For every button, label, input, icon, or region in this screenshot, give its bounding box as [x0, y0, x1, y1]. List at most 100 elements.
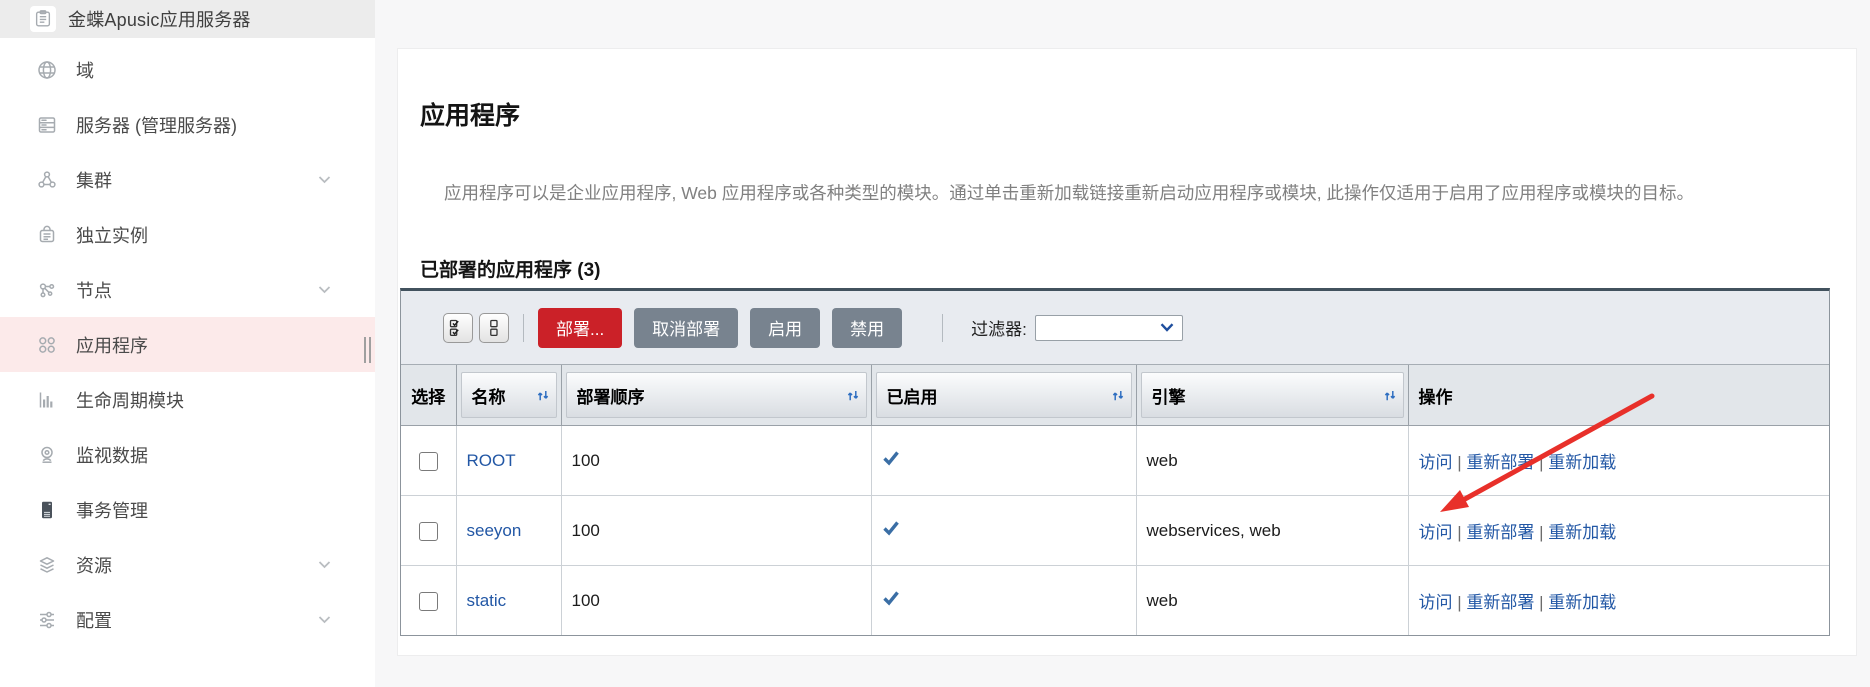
undeploy-button[interactable]: 取消部署: [634, 308, 738, 348]
sidebar-item-transaction-management[interactable]: 事务管理: [0, 482, 375, 537]
table-row: ROOT 100 web 访问 | 重新部署 | 重新加载: [401, 426, 1829, 496]
sidebar-item-label: 域: [76, 57, 94, 83]
sidebar-item-domain[interactable]: 域: [0, 42, 375, 97]
action-link-redeploy[interactable]: 重新部署: [1466, 453, 1534, 472]
action-separator: |: [1534, 593, 1548, 612]
cluster-icon: [34, 167, 60, 193]
applications-table: 选择 名称 部署顺序: [401, 365, 1829, 635]
sortable-header[interactable]: 名称: [461, 372, 557, 418]
deploy-button[interactable]: 部署...: [538, 308, 622, 348]
app-title: 金蝶Apusic应用服务器: [68, 6, 251, 32]
action-link-redeploy[interactable]: 重新部署: [1466, 523, 1534, 542]
sidebar-item-label: 资源: [76, 552, 112, 578]
page-title: 应用程序: [420, 96, 520, 132]
action-link-redeploy[interactable]: 重新部署: [1466, 593, 1534, 612]
table-row: static 100 web 访问 | 重新部署 | 重新加载: [401, 566, 1829, 636]
sidebar-item-applications[interactable]: 应用程序: [0, 317, 375, 372]
content-panel: 应用程序 应用程序可以是企业应用程序, Web 应用程序或各种类型的模块。通过单…: [397, 48, 1857, 656]
app-name-link[interactable]: static: [467, 591, 507, 610]
action-link-reload[interactable]: 重新加载: [1548, 523, 1616, 542]
sidebar-item-standalone-instance[interactable]: 独立实例: [0, 207, 375, 262]
table-row: seeyon 100 webservices, web 访问 | 重新部署 | …: [401, 496, 1829, 566]
column-header-engines: 引擎: [1136, 365, 1408, 426]
sidebar-item-label: 服务器 (管理服务器): [76, 112, 237, 138]
instance-icon: [34, 222, 60, 248]
clipboard-icon: [30, 6, 56, 32]
sidebar-item-label: 监视数据: [76, 442, 148, 468]
row-select-cell: [401, 496, 456, 566]
sidebar-item-node[interactable]: 节点: [0, 262, 375, 317]
sidebar-item-server[interactable]: 服务器 (管理服务器): [0, 97, 375, 152]
sort-icon[interactable]: [1383, 388, 1397, 403]
sortable-header[interactable]: 已启用: [876, 372, 1132, 418]
chevron-down-icon[interactable]: [318, 285, 331, 294]
sortable-header[interactable]: 引擎: [1141, 372, 1404, 418]
enabled-cell: [871, 426, 1136, 496]
sort-icon[interactable]: [536, 388, 550, 403]
sidebar-item-lifecycle-modules[interactable]: 生命周期模块: [0, 372, 375, 427]
sidebar: 金蝶Apusic应用服务器 域 服务器 (管理服务器) 集群: [0, 0, 375, 687]
sort-icon[interactable]: [846, 388, 860, 403]
tower-server-icon: [34, 497, 60, 523]
row-checkbox[interactable]: [419, 452, 438, 471]
enable-button[interactable]: 启用: [750, 308, 820, 348]
sidebar-header[interactable]: 金蝶Apusic应用服务器: [0, 0, 375, 38]
app-name-link[interactable]: ROOT: [467, 451, 516, 470]
enabled-cell: [871, 566, 1136, 636]
row-checkbox[interactable]: [419, 592, 438, 611]
sliders-icon: [34, 607, 60, 633]
check-icon: [882, 450, 900, 466]
column-header-deploy-order: 部署顺序: [561, 365, 871, 426]
column-header-actions: 操作: [1408, 365, 1829, 426]
action-separator: |: [1534, 523, 1548, 542]
action-link-reload[interactable]: 重新加载: [1548, 593, 1616, 612]
engines-cell: web: [1136, 566, 1408, 636]
page-description: 应用程序可以是企业应用程序, Web 应用程序或各种类型的模块。通过单击重新加载…: [444, 179, 1812, 208]
row-select-cell: [401, 426, 456, 496]
sidebar-item-label: 事务管理: [76, 497, 148, 523]
table-header-row: 选择 名称 部署顺序: [401, 365, 1829, 426]
webcam-icon: [34, 442, 60, 468]
node-icon: [34, 277, 60, 303]
action-link-visit[interactable]: 访问: [1419, 453, 1453, 472]
server-rack-icon: [34, 112, 60, 138]
actions-cell: 访问 | 重新部署 | 重新加载: [1408, 496, 1829, 566]
apps-grid-icon: [34, 332, 60, 358]
select-all-button[interactable]: [443, 313, 473, 343]
column-header-enabled: 已启用: [871, 365, 1136, 426]
deploy-order-cell: 100: [561, 496, 871, 566]
sidebar-item-label: 独立实例: [76, 222, 148, 248]
sort-icon[interactable]: [1111, 388, 1125, 403]
chevron-down-icon[interactable]: [318, 615, 331, 624]
deploy-order-cell: 100: [561, 566, 871, 636]
panel-resize-handle[interactable]: [364, 337, 371, 363]
column-header-name: 名称: [456, 365, 561, 426]
engines-cell: web: [1136, 426, 1408, 496]
deployed-apps-heading: 已部署的应用程序 (3): [420, 255, 601, 282]
action-separator: |: [1453, 453, 1467, 472]
sidebar-item-monitoring-data[interactable]: 监视数据: [0, 427, 375, 482]
sidebar-nav: 域 服务器 (管理服务器) 集群 独立实例: [0, 38, 375, 647]
enabled-cell: [871, 496, 1136, 566]
action-link-visit[interactable]: 访问: [1419, 593, 1453, 612]
app-name-link[interactable]: seeyon: [467, 521, 522, 540]
filter-select[interactable]: [1035, 315, 1183, 341]
toolbar-separator: [942, 314, 943, 342]
disable-button[interactable]: 禁用: [832, 308, 902, 348]
sidebar-item-cluster[interactable]: 集群: [0, 152, 375, 207]
action-link-reload[interactable]: 重新加载: [1548, 453, 1616, 472]
chevron-down-icon[interactable]: [318, 175, 331, 184]
sidebar-item-configuration[interactable]: 配置: [0, 592, 375, 647]
chevron-down-icon[interactable]: [318, 560, 331, 569]
sidebar-item-label: 集群: [76, 167, 112, 193]
sidebar-item-label: 应用程序: [76, 332, 148, 358]
row-checkbox[interactable]: [419, 522, 438, 541]
sidebar-item-resources[interactable]: 资源: [0, 537, 375, 592]
action-link-visit[interactable]: 访问: [1419, 523, 1453, 542]
deploy-order-cell: 100: [561, 426, 871, 496]
sortable-header[interactable]: 部署顺序: [566, 372, 867, 418]
name-cell: static: [456, 566, 561, 636]
table-toolbar: 部署... 取消部署 启用 禁用 过滤器:: [401, 291, 1829, 365]
actions-cell: 访问 | 重新部署 | 重新加载: [1408, 426, 1829, 496]
deselect-all-button[interactable]: [479, 313, 509, 343]
